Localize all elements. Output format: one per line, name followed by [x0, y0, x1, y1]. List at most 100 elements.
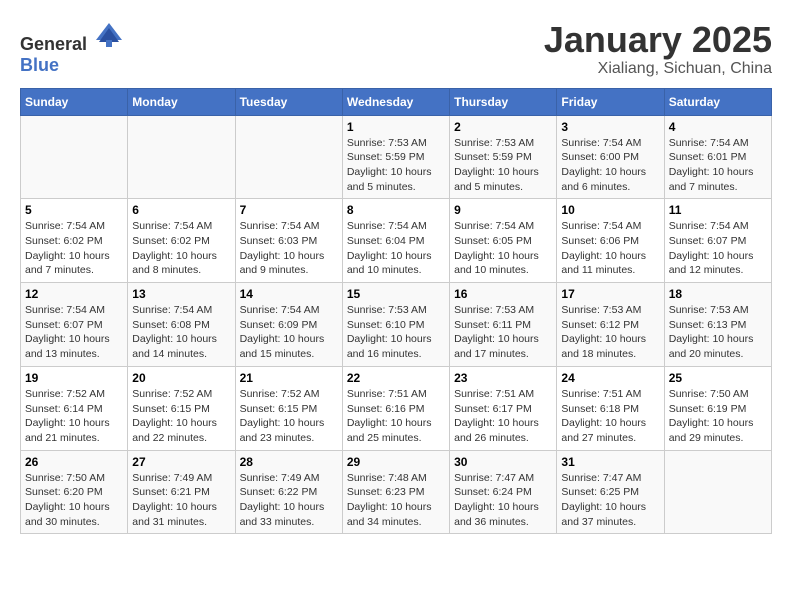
- day-info: Sunrise: 7:51 AM Sunset: 6:18 PM Dayligh…: [561, 387, 659, 446]
- calendar-day-cell: 23Sunrise: 7:51 AM Sunset: 6:17 PM Dayli…: [450, 366, 557, 450]
- day-number: 17: [561, 287, 659, 301]
- logo-icon: [94, 20, 124, 50]
- calendar-week-row: 26 Sunrise: 7:50 AM Sunset: 6:20 PM Dayli…: [21, 450, 772, 534]
- calendar-day-cell: 1 Sunrise: 7:53 AM Sunset: 5:59 PM Daylig…: [342, 115, 449, 199]
- day-info: Sunrise: 7:49 AM Sunset: 6:22 PM Dayligh…: [240, 471, 338, 530]
- calendar-day-cell: 31 Sunrise: 7:47 AM Sunset: 6:25 PM Dayli…: [557, 450, 664, 534]
- calendar-day-cell: 24 Sunrise: 7:51 AM Sunset: 6:18 PM Dayli…: [557, 366, 664, 450]
- calendar-day-cell: 10 Sunrise: 7:54 AM Sunset: 6:06 PM Dayli…: [557, 199, 664, 283]
- day-number: 12: [25, 287, 123, 301]
- day-info: Sunrise: 7:54 AM Sunset: 6:01 PM Dayligh…: [669, 136, 767, 195]
- calendar-day-cell: [128, 115, 235, 199]
- day-number: 22: [347, 371, 445, 385]
- calendar-day-cell: 30 Sunrise: 7:47 AM Sunset: 6:24 PM Dayli…: [450, 450, 557, 534]
- page-subtitle: Xialiang, Sichuan, China: [544, 60, 772, 78]
- calendar-day-cell: [235, 115, 342, 199]
- day-number: 16: [454, 287, 552, 301]
- day-info: Sunrise: 7:54 AM Sunset: 6:06 PM Dayligh…: [561, 219, 659, 278]
- calendar-table: SundayMondayTuesdayWednesdayThursdayFrid…: [20, 88, 772, 535]
- day-number: 26: [25, 455, 123, 469]
- calendar-day-cell: 8Sunrise: 7:54 AM Sunset: 6:04 PM Daylig…: [342, 199, 449, 283]
- day-info: Sunrise: 7:48 AM Sunset: 6:23 PM Dayligh…: [347, 471, 445, 530]
- day-info: Sunrise: 7:51 AM Sunset: 6:16 PM Dayligh…: [347, 387, 445, 446]
- calendar-day-header: Saturday: [664, 88, 771, 115]
- calendar-day-header: Monday: [128, 88, 235, 115]
- day-number: 29: [347, 455, 445, 469]
- day-number: 28: [240, 455, 338, 469]
- day-info: Sunrise: 7:49 AM Sunset: 6:21 PM Dayligh…: [132, 471, 230, 530]
- day-number: 31: [561, 455, 659, 469]
- day-info: Sunrise: 7:53 AM Sunset: 6:12 PM Dayligh…: [561, 303, 659, 362]
- calendar-day-cell: 17 Sunrise: 7:53 AM Sunset: 6:12 PM Dayli…: [557, 283, 664, 367]
- title-block: January 2025 Xialiang, Sichuan, China: [544, 20, 772, 78]
- calendar-week-row: 5 Sunrise: 7:54 AM Sunset: 6:02 PM Daylig…: [21, 199, 772, 283]
- calendar-day-cell: 22 Sunrise: 7:51 AM Sunset: 6:16 PM Dayli…: [342, 366, 449, 450]
- calendar-day-cell: 2Sunrise: 7:53 AM Sunset: 5:59 PM Daylig…: [450, 115, 557, 199]
- calendar-day-cell: 15 Sunrise: 7:53 AM Sunset: 6:10 PM Dayli…: [342, 283, 449, 367]
- calendar-day-cell: 5 Sunrise: 7:54 AM Sunset: 6:02 PM Daylig…: [21, 199, 128, 283]
- calendar-week-row: 1 Sunrise: 7:53 AM Sunset: 5:59 PM Daylig…: [21, 115, 772, 199]
- calendar-day-cell: 12 Sunrise: 7:54 AM Sunset: 6:07 PM Dayli…: [21, 283, 128, 367]
- calendar-day-header: Friday: [557, 88, 664, 115]
- calendar-day-cell: 27 Sunrise: 7:49 AM Sunset: 6:21 PM Dayli…: [128, 450, 235, 534]
- day-number: 14: [240, 287, 338, 301]
- day-number: 5: [25, 203, 123, 217]
- calendar-week-row: 19Sunrise: 7:52 AM Sunset: 6:14 PM Dayli…: [21, 366, 772, 450]
- day-info: Sunrise: 7:54 AM Sunset: 6:04 PM Dayligh…: [347, 219, 445, 278]
- day-number: 3: [561, 120, 659, 134]
- calendar-day-header: Sunday: [21, 88, 128, 115]
- day-info: Sunrise: 7:52 AM Sunset: 6:14 PM Dayligh…: [25, 387, 123, 446]
- day-info: Sunrise: 7:54 AM Sunset: 6:05 PM Dayligh…: [454, 219, 552, 278]
- calendar-day-cell: 21Sunrise: 7:52 AM Sunset: 6:15 PM Dayli…: [235, 366, 342, 450]
- calendar-day-cell: 29 Sunrise: 7:48 AM Sunset: 6:23 PM Dayli…: [342, 450, 449, 534]
- day-number: 7: [240, 203, 338, 217]
- day-number: 10: [561, 203, 659, 217]
- day-number: 6: [132, 203, 230, 217]
- day-info: Sunrise: 7:54 AM Sunset: 6:00 PM Dayligh…: [561, 136, 659, 195]
- day-info: Sunrise: 7:53 AM Sunset: 6:13 PM Dayligh…: [669, 303, 767, 362]
- calendar-day-cell: 3 Sunrise: 7:54 AM Sunset: 6:00 PM Daylig…: [557, 115, 664, 199]
- day-info: Sunrise: 7:54 AM Sunset: 6:02 PM Dayligh…: [25, 219, 123, 278]
- calendar-day-cell: 28 Sunrise: 7:49 AM Sunset: 6:22 PM Dayli…: [235, 450, 342, 534]
- calendar-day-header: Wednesday: [342, 88, 449, 115]
- calendar-day-cell: 4 Sunrise: 7:54 AM Sunset: 6:01 PM Daylig…: [664, 115, 771, 199]
- day-info: Sunrise: 7:54 AM Sunset: 6:03 PM Dayligh…: [240, 219, 338, 278]
- day-number: 25: [669, 371, 767, 385]
- day-info: Sunrise: 7:54 AM Sunset: 6:08 PM Dayligh…: [132, 303, 230, 362]
- day-number: 13: [132, 287, 230, 301]
- day-number: 1: [347, 120, 445, 134]
- page-header: General Blue January 2025 Xialiang, Sich…: [20, 20, 772, 78]
- day-info: Sunrise: 7:52 AM Sunset: 6:15 PM Dayligh…: [132, 387, 230, 446]
- day-number: 18: [669, 287, 767, 301]
- logo-text-blue: Blue: [20, 55, 59, 75]
- day-info: Sunrise: 7:54 AM Sunset: 6:09 PM Dayligh…: [240, 303, 338, 362]
- day-info: Sunrise: 7:47 AM Sunset: 6:24 PM Dayligh…: [454, 471, 552, 530]
- day-number: 15: [347, 287, 445, 301]
- calendar-day-cell: 6Sunrise: 7:54 AM Sunset: 6:02 PM Daylig…: [128, 199, 235, 283]
- day-info: Sunrise: 7:54 AM Sunset: 6:07 PM Dayligh…: [25, 303, 123, 362]
- calendar-day-cell: 18 Sunrise: 7:53 AM Sunset: 6:13 PM Dayli…: [664, 283, 771, 367]
- day-number: 30: [454, 455, 552, 469]
- day-info: Sunrise: 7:53 AM Sunset: 6:11 PM Dayligh…: [454, 303, 552, 362]
- day-info: Sunrise: 7:50 AM Sunset: 6:19 PM Dayligh…: [669, 387, 767, 446]
- calendar-day-header: Tuesday: [235, 88, 342, 115]
- day-number: 27: [132, 455, 230, 469]
- day-info: Sunrise: 7:47 AM Sunset: 6:25 PM Dayligh…: [561, 471, 659, 530]
- day-number: 24: [561, 371, 659, 385]
- day-info: Sunrise: 7:52 AM Sunset: 6:15 PM Dayligh…: [240, 387, 338, 446]
- day-info: Sunrise: 7:53 AM Sunset: 5:59 PM Dayligh…: [347, 136, 445, 195]
- calendar-day-cell: 7 Sunrise: 7:54 AM Sunset: 6:03 PM Daylig…: [235, 199, 342, 283]
- calendar-day-cell: 13 Sunrise: 7:54 AM Sunset: 6:08 PM Dayli…: [128, 283, 235, 367]
- day-number: 9: [454, 203, 552, 217]
- page-title: January 2025: [544, 20, 772, 60]
- day-number: 4: [669, 120, 767, 134]
- day-number: 23: [454, 371, 552, 385]
- day-info: Sunrise: 7:54 AM Sunset: 6:07 PM Dayligh…: [669, 219, 767, 278]
- day-number: 11: [669, 203, 767, 217]
- calendar-day-cell: 9 Sunrise: 7:54 AM Sunset: 6:05 PM Daylig…: [450, 199, 557, 283]
- day-info: Sunrise: 7:53 AM Sunset: 6:10 PM Dayligh…: [347, 303, 445, 362]
- calendar-day-header: Thursday: [450, 88, 557, 115]
- day-info: Sunrise: 7:50 AM Sunset: 6:20 PM Dayligh…: [25, 471, 123, 530]
- calendar-day-cell: 14 Sunrise: 7:54 AM Sunset: 6:09 PM Dayli…: [235, 283, 342, 367]
- day-number: 20: [132, 371, 230, 385]
